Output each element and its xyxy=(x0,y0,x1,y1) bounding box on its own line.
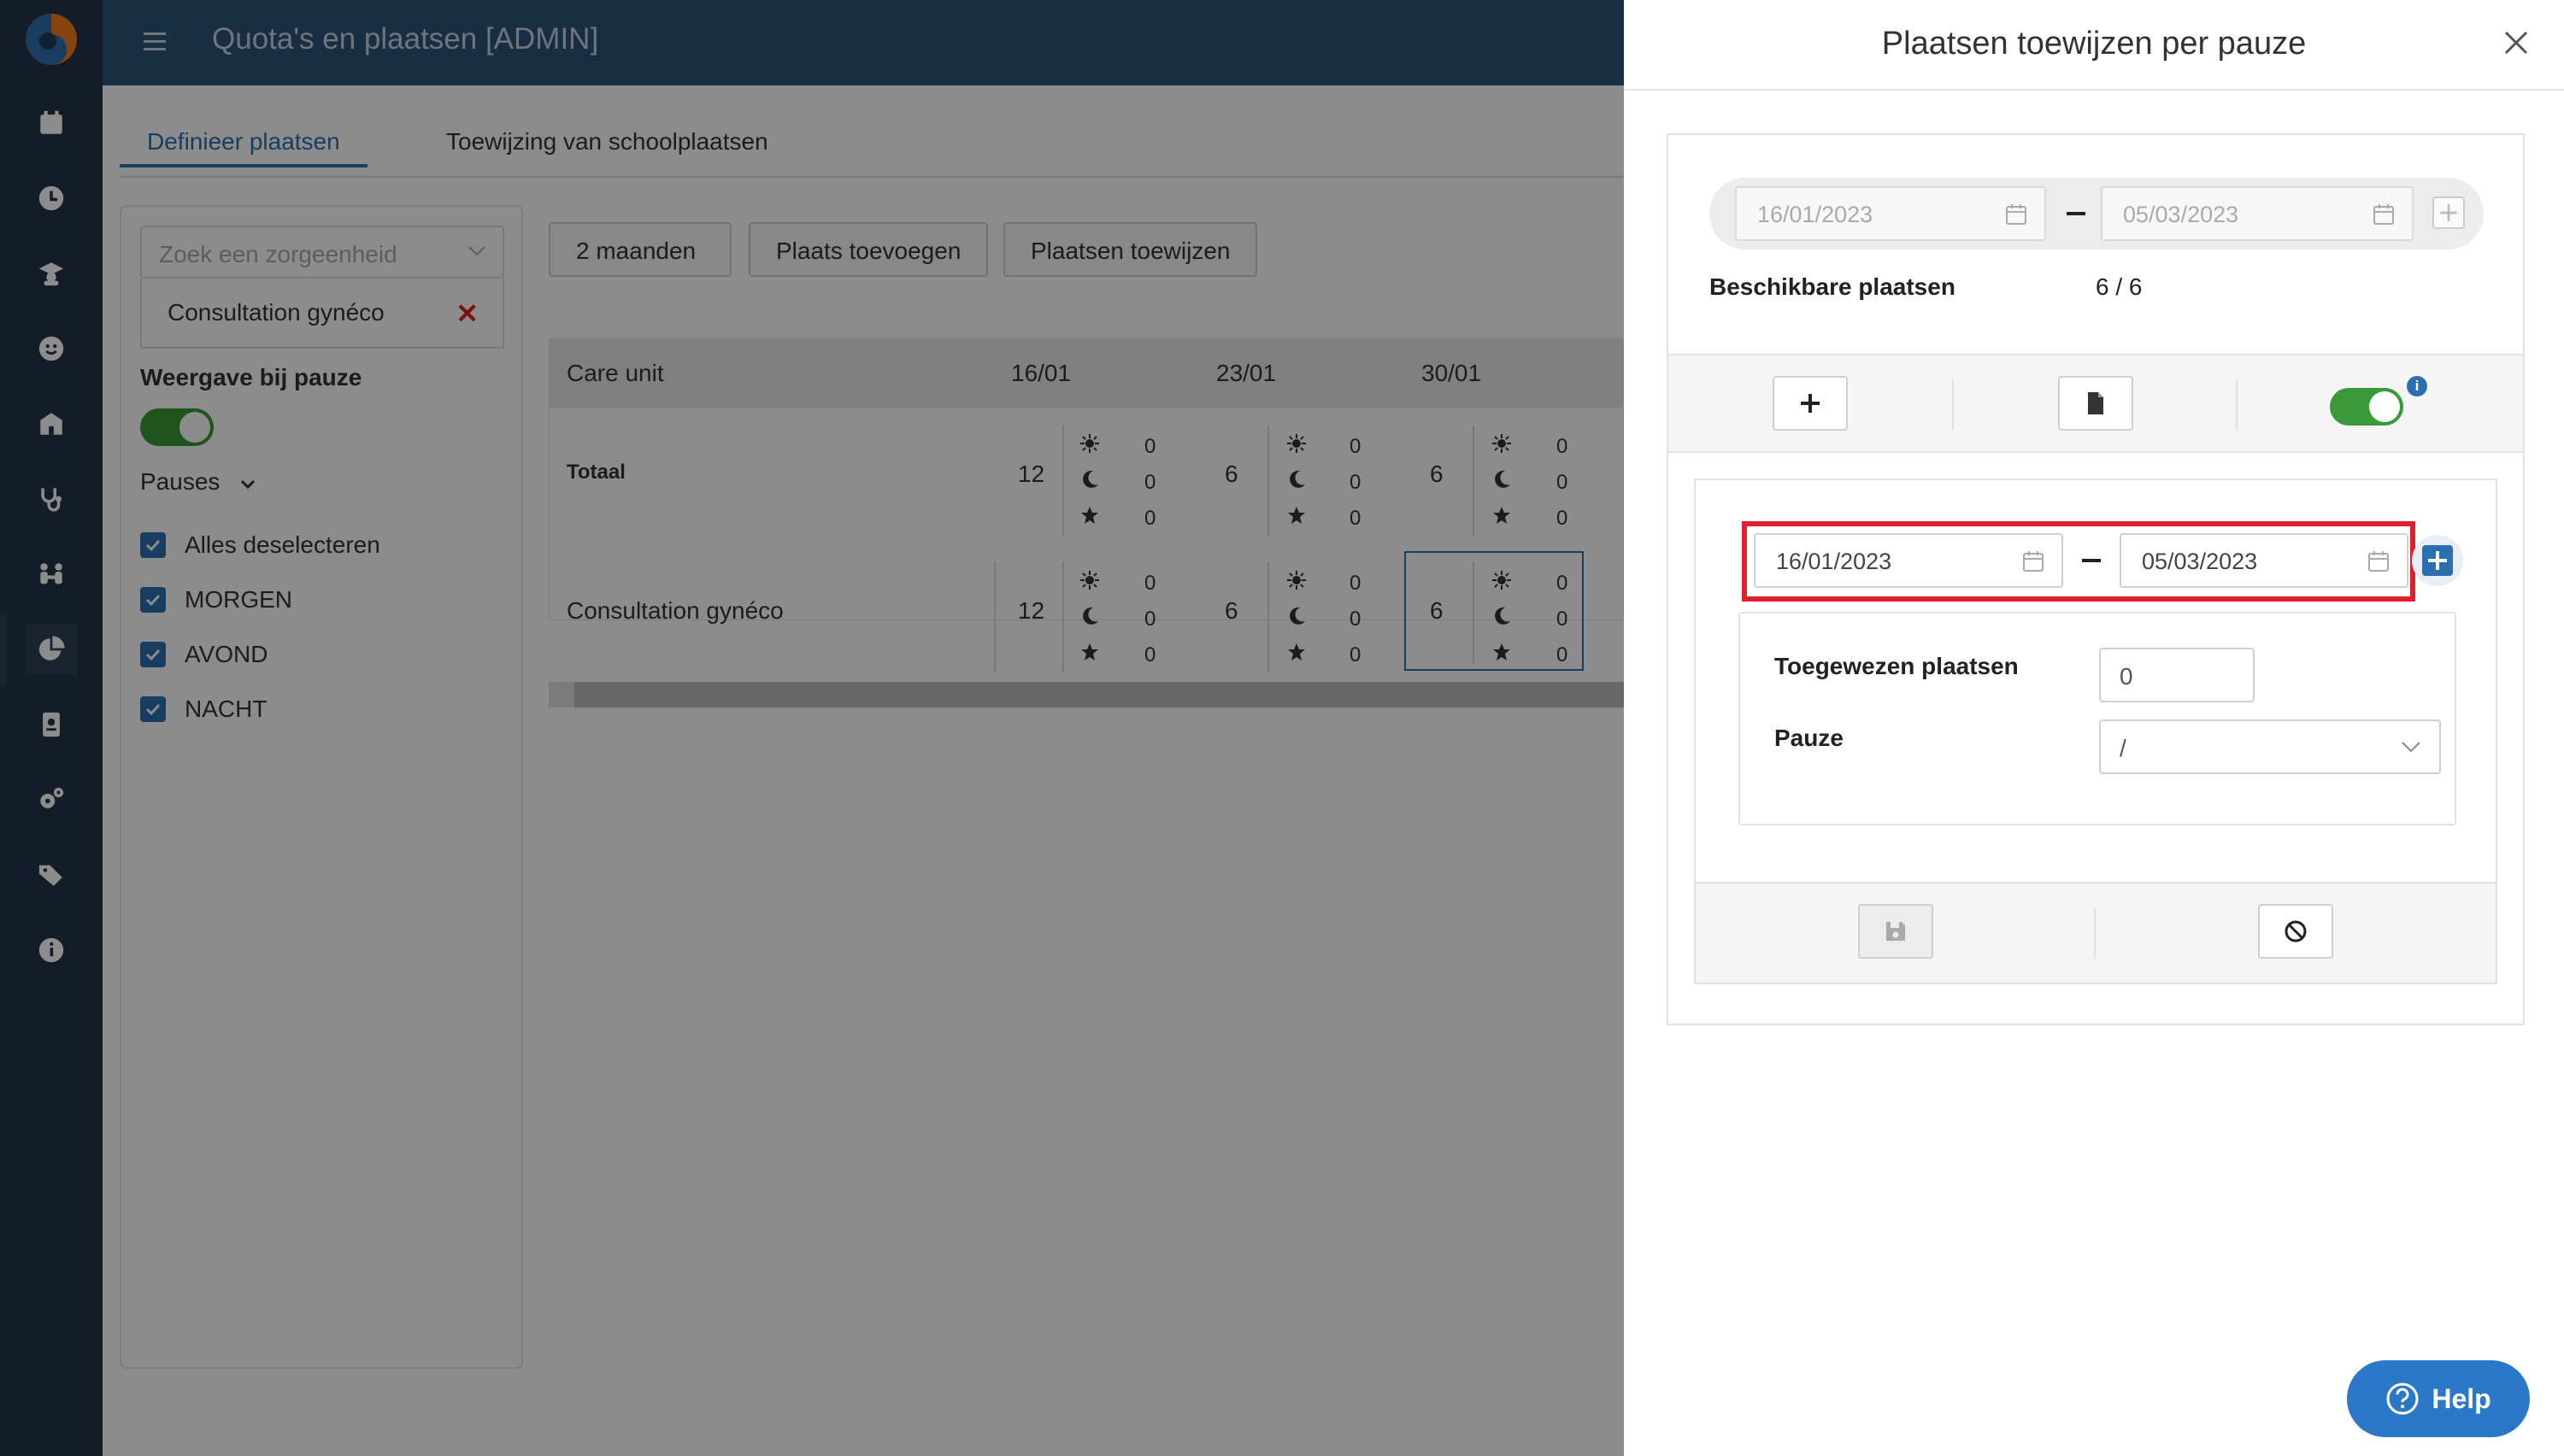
help-button[interactable]: Help xyxy=(2347,1360,2530,1437)
add-period-button[interactable] xyxy=(2412,535,2463,586)
range-separator xyxy=(2082,559,2101,562)
drawer-title: Plaatsen toewijzen per pauze xyxy=(1881,26,2307,62)
pause-select[interactable]: / xyxy=(2099,719,2441,774)
info-icon[interactable]: i xyxy=(2407,376,2427,396)
document-icon xyxy=(2088,392,2103,414)
assigned-places-input[interactable]: 0 xyxy=(2099,648,2255,702)
plus-icon xyxy=(1801,394,1820,413)
date-value: 05/03/2023 xyxy=(2142,549,2258,574)
cancel-button[interactable] xyxy=(2258,904,2333,959)
calendar-icon xyxy=(2006,204,2026,225)
range-separator xyxy=(2067,212,2085,215)
available-places-label: Beschikbare plaatsen xyxy=(1709,273,1955,300)
separator xyxy=(1952,379,1954,431)
action-bar: i xyxy=(1668,354,2523,453)
ban-icon xyxy=(2285,920,2307,942)
save-icon xyxy=(1886,922,1905,941)
plus-icon xyxy=(2440,204,2457,221)
period-range: 16/01/2023 05/03/2023 xyxy=(1709,178,2484,250)
assigned-places-label: Toegewezen plaatsen xyxy=(1774,653,2019,679)
add-range-button xyxy=(2432,197,2465,229)
separator xyxy=(2236,379,2238,431)
range-start-date: 16/01/2023 xyxy=(1735,186,2046,241)
document-button[interactable] xyxy=(2058,376,2133,431)
assign-places-drawer: Plaatsen toewijzen per pauze 16/01/2023 … xyxy=(1624,0,2564,1456)
enable-toggle[interactable] xyxy=(2330,388,2403,426)
modal-backdrop[interactable] xyxy=(0,0,1624,1456)
edit-period-card: 16/01/2023 05/03/2023 Toegewezen plaatse… xyxy=(1694,478,2497,984)
assignment-card: 16/01/2023 05/03/2023 Beschikbare plaats… xyxy=(1667,133,2525,1025)
pause-label: Pauze xyxy=(1774,725,1844,751)
plus-icon xyxy=(2422,545,2453,576)
calendar-icon[interactable] xyxy=(2367,550,2390,572)
separator xyxy=(2094,907,2096,959)
save-button[interactable] xyxy=(1858,904,1933,959)
chevron-down-icon xyxy=(2402,742,2420,753)
date-value: 16/01/2023 xyxy=(1757,202,1873,227)
drawer-divider xyxy=(1624,89,2564,91)
range-end-date: 05/03/2023 xyxy=(2101,186,2414,241)
calendar-icon[interactable] xyxy=(2022,550,2044,572)
add-button[interactable] xyxy=(1773,376,1848,431)
form-footer xyxy=(1696,882,2496,983)
date-value: 16/01/2023 xyxy=(1776,549,1892,574)
pause-value: / xyxy=(2120,735,2126,761)
available-places-value: 6 / 6 xyxy=(2096,273,2143,300)
calendar-icon xyxy=(2373,204,2394,225)
close-icon[interactable] xyxy=(2502,29,2530,56)
assignment-form: Toegewezen plaatsen 0 Pauze / xyxy=(1738,612,2456,825)
edit-start-date[interactable]: 16/01/2023 xyxy=(1754,533,2063,588)
date-value: 05/03/2023 xyxy=(2123,202,2239,227)
toggle-knob xyxy=(2369,391,2400,422)
edit-end-date[interactable]: 05/03/2023 xyxy=(2120,533,2408,588)
question-icon xyxy=(2386,1383,2419,1415)
help-label: Help xyxy=(2432,1383,2491,1414)
